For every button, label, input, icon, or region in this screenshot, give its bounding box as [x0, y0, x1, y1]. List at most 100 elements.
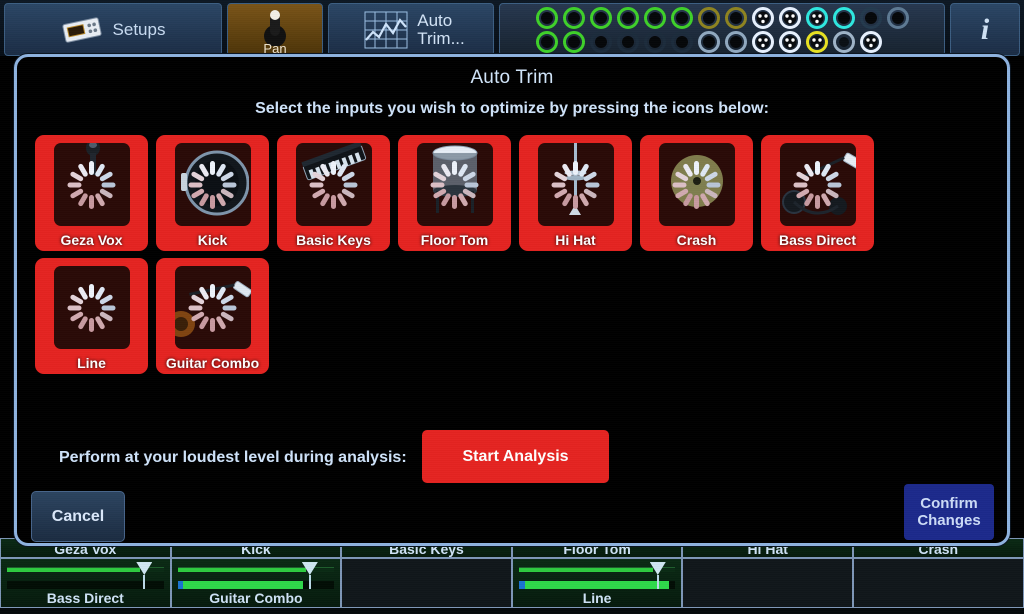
kick-drum-icon — [174, 143, 251, 226]
jack-19-icon[interactable] — [643, 30, 666, 53]
jack-18-icon[interactable] — [616, 30, 639, 53]
jack-26-icon[interactable] — [832, 30, 855, 53]
jack-11-icon[interactable] — [805, 6, 828, 29]
jack-24-icon[interactable] — [778, 30, 801, 53]
level-meter-fill — [177, 581, 303, 589]
jack-row-top — [535, 6, 909, 29]
input-tile-geza-vox[interactable]: Geza Vox — [35, 135, 148, 251]
auto-trim-button[interactable]: Auto Trim... — [328, 3, 494, 56]
cancel-button[interactable]: Cancel — [31, 491, 125, 542]
fader-fill — [7, 568, 141, 572]
mixer-console-icon — [61, 15, 103, 45]
jack-13-icon[interactable] — [859, 6, 882, 29]
fader-stem — [308, 575, 311, 589]
input-tile-bass-direct[interactable]: Bass Direct — [761, 135, 874, 251]
input-tile-line[interactable]: Line — [35, 258, 148, 374]
jack-7-icon[interactable] — [697, 6, 720, 29]
input-tile-label: Kick — [197, 232, 228, 248]
fader-stem — [143, 575, 146, 589]
setups-label: Setups — [112, 19, 166, 39]
jack-1-icon[interactable] — [535, 6, 558, 29]
mixer-channel-empty[interactable] — [682, 558, 853, 608]
jack-row-bottom — [535, 30, 909, 53]
fader-fill — [177, 568, 306, 572]
input-tile-label: Hi Hat — [555, 232, 596, 248]
crash-cymbal-icon — [658, 143, 735, 226]
floor-tom-icon — [416, 143, 493, 226]
di-box-icon — [779, 143, 856, 226]
pan-button[interactable]: Pan — [227, 3, 323, 56]
jack-8-icon[interactable] — [724, 6, 747, 29]
hi-hat-icon — [537, 143, 614, 226]
confirm-changes-button[interactable]: Confirm Changes — [904, 484, 994, 540]
jack-20-icon[interactable] — [670, 30, 693, 53]
mixer-channel-empty[interactable] — [341, 558, 512, 608]
jack-21-icon[interactable] — [697, 30, 720, 53]
info-button[interactable]: i — [950, 3, 1020, 56]
jack-15-icon[interactable] — [535, 30, 558, 53]
fader-fill — [518, 568, 654, 572]
input-tile-label: Geza Vox — [60, 232, 123, 248]
input-tile-guitar-combo[interactable]: Guitar Combo — [156, 258, 269, 374]
mixer-channel-bass-direct[interactable]: Bass Direct — [0, 558, 171, 608]
top-toolbar: Setups Pan Auto Trim... i — [0, 0, 1024, 56]
pan-knob-icon — [258, 6, 292, 47]
level-meter — [518, 581, 676, 589]
app-screen: Setups Pan Auto Trim... i Geza Vox Kick … — [0, 0, 1024, 614]
auto-trim-label: Auto Trim... — [417, 10, 465, 48]
jack-16-icon[interactable] — [562, 30, 585, 53]
input-tile-hi-hat[interactable]: Hi Hat — [519, 135, 632, 251]
setups-button[interactable]: Setups — [4, 3, 222, 56]
input-tile-basic-keys[interactable]: Basic Keys — [277, 135, 390, 251]
jack-25-icon[interactable] — [805, 30, 828, 53]
mixer-channel-label: Guitar Combo — [209, 590, 303, 606]
mixer-channel-line[interactable]: Line — [511, 558, 683, 608]
jack-3-icon[interactable] — [589, 6, 612, 29]
start-analysis-button[interactable]: Start Analysis — [422, 430, 609, 483]
input-tile-label: Basic Keys — [296, 232, 371, 248]
loudest-level-hint: Perform at your loudest level during ana… — [59, 449, 407, 466]
jack-6-icon[interactable] — [670, 6, 693, 29]
input-jacks-panel[interactable] — [499, 3, 945, 56]
jack-10-icon[interactable] — [778, 6, 801, 29]
line-input-icon — [53, 266, 130, 349]
jack-14-icon[interactable] — [886, 6, 909, 29]
waveform-grid-icon — [363, 10, 409, 50]
mixer-channel-empty[interactable] — [852, 558, 1024, 608]
auto-trim-dialog: Auto Trim Select the inputs you wish to … — [14, 54, 1010, 546]
guitar-amp-icon — [174, 266, 251, 349]
level-meter — [7, 581, 164, 589]
fader-stem — [656, 575, 659, 589]
mixer-channel-label: Line — [582, 590, 612, 606]
jack-grid — [528, 4, 917, 55]
input-tile-label: Crash — [676, 232, 717, 248]
confirm-line-2: Changes — [917, 512, 981, 529]
jack-12-icon[interactable] — [832, 6, 855, 29]
jack-17-icon[interactable] — [589, 30, 612, 53]
jack-22-icon[interactable] — [724, 30, 747, 53]
fader-track[interactable] — [518, 567, 676, 572]
keyboard-icon — [295, 143, 372, 226]
mixer-strip: Geza Vox Kick Basic Keys Floor Tom Hi Hat Cra… — [0, 538, 1024, 614]
input-tile-floor-tom[interactable]: Floor Tom — [398, 135, 511, 251]
jack-2-icon[interactable] — [562, 6, 585, 29]
info-icon: i — [980, 12, 990, 46]
mixer-channel-label: Bass Direct — [46, 590, 124, 606]
input-tile-label: Bass Direct — [778, 232, 857, 248]
jack-4-icon[interactable] — [616, 6, 639, 29]
input-tile-kick[interactable]: Kick — [156, 135, 269, 251]
dialog-subtitle: Select the inputs you wish to optimize b… — [255, 100, 769, 117]
level-meter-fill — [518, 581, 670, 589]
jack-5-icon[interactable] — [643, 6, 666, 29]
jack-27-icon[interactable] — [859, 30, 882, 53]
confirm-line-1: Confirm — [920, 494, 978, 512]
input-tile-label: Line — [77, 355, 106, 371]
input-tile-label: Floor Tom — [420, 232, 489, 248]
input-tile-grid: Geza Vox Kick Basic Keys Floor Tom Hi Ha… — [35, 135, 995, 381]
jack-9-icon[interactable] — [751, 6, 774, 29]
mixer-row-bottom: Bass Direct Guitar Combo Line — [0, 558, 1024, 608]
mixer-channel-guitar-combo[interactable]: Guitar Combo — [170, 558, 342, 608]
jack-23-icon[interactable] — [751, 30, 774, 53]
microphone-icon — [53, 143, 130, 226]
input-tile-crash[interactable]: Crash — [640, 135, 753, 251]
